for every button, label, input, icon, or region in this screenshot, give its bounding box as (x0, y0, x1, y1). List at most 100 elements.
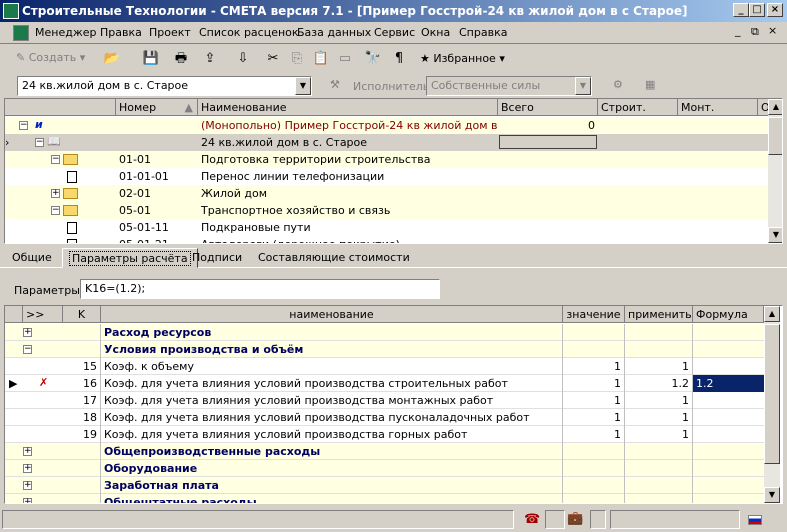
tab-cost-components[interactable]: Составляющие стоимости (252, 248, 416, 268)
collapse-icon[interactable]: − (51, 206, 60, 215)
params-row-formula[interactable] (693, 392, 764, 409)
tree-row[interactable]: + 02-01 Жилой дом (5, 185, 770, 202)
tree-scrollbar[interactable]: ▲ ▼ (768, 99, 782, 243)
language-flag-icon[interactable] (748, 515, 762, 525)
params-row-apply[interactable] (625, 494, 693, 503)
params-group-row[interactable]: + Расход ресурсов (5, 324, 764, 341)
tree-row[interactable]: 01-01-01 Перенос линии телефонизации (5, 168, 770, 185)
menu-help[interactable]: Справка (459, 26, 507, 39)
expand-icon[interactable]: + (23, 447, 32, 456)
minimize-button[interactable]: _ (733, 3, 749, 17)
params-row-formula[interactable] (693, 341, 764, 358)
expand-icon[interactable]: + (23, 481, 32, 490)
tab-signatures[interactable]: Подписи (186, 248, 248, 268)
params-row[interactable]: 17 Коэф. для учета влияния условий произв… (5, 392, 764, 409)
params-header-apply[interactable]: применить (625, 306, 693, 323)
params-row-value[interactable]: 1 (563, 392, 625, 409)
params-header-k[interactable]: K (63, 306, 101, 323)
params-row-formula[interactable] (693, 494, 764, 503)
params-header-value[interactable]: значение (563, 306, 625, 323)
cut-icon[interactable]: ✂ (262, 49, 284, 69)
params-group-row[interactable]: + Заработная плата (5, 477, 764, 494)
params-header-formula[interactable]: Формула (693, 306, 764, 323)
scroll-down-icon[interactable]: ▼ (768, 227, 782, 243)
scroll-up-icon[interactable]: ▲ (768, 99, 782, 115)
params-row-apply[interactable]: 1 (625, 392, 693, 409)
favorites-button[interactable]: ★ Избранное ▾ (420, 52, 505, 65)
tree-row-total-editor[interactable] (499, 135, 597, 149)
document-icon[interactable] (13, 25, 29, 41)
mdi-restore-icon[interactable]: ⧉ (751, 25, 759, 39)
params-row-apply[interactable]: 1.2 (625, 375, 693, 392)
params-row-formula[interactable] (693, 358, 764, 375)
params-row-value[interactable] (563, 494, 625, 503)
tree-header-mounting[interactable]: Монт. (678, 99, 758, 116)
menu-manager[interactable]: Менеджер (35, 26, 96, 39)
params-row[interactable]: ▶ ✗ 16 Коэф. для учета влияния условий прои… (5, 375, 764, 392)
collapse-icon[interactable]: − (51, 155, 60, 164)
tree-row-selected[interactable]: › − 📖 24 кв.жилой дом в с. Старое (5, 134, 770, 151)
params-row-value[interactable]: 1 (563, 358, 625, 375)
scroll-thumb[interactable] (764, 324, 780, 464)
tree-row[interactable]: − 01-01 Подготовка территории строительс… (5, 151, 770, 168)
scroll-up-icon[interactable]: ▲ (764, 306, 780, 322)
params-row-formula[interactable] (693, 443, 764, 460)
collapse-icon[interactable]: − (35, 138, 44, 147)
executor-combo[interactable]: Собственные силы ▼ (426, 76, 592, 96)
open-icon[interactable]: 📂 (101, 49, 123, 69)
menu-project[interactable]: Проект (149, 26, 191, 39)
chevron-down-icon[interactable]: ▼ (575, 77, 591, 95)
params-row-formula[interactable] (693, 409, 764, 426)
params-row-apply[interactable] (625, 341, 693, 358)
tree-row[interactable]: 05-01-11 Подкрановые пути (5, 219, 770, 236)
params-group-row[interactable]: + Общештатные расходы (5, 494, 764, 503)
params-row-value[interactable] (563, 443, 625, 460)
params-row-value[interactable] (563, 460, 625, 477)
scroll-thumb[interactable] (768, 117, 782, 155)
params-row-value[interactable] (563, 341, 625, 358)
copy-icon[interactable]: ⎘ (286, 49, 308, 69)
scroll-down-icon[interactable]: ▼ (764, 487, 780, 503)
paragraph-icon[interactable]: ¶ (388, 49, 410, 69)
tree-row[interactable]: 05-01-21 Автодороги (дорожное покрытие) (5, 236, 770, 243)
params-input[interactable]: K16=(1.2); (80, 279, 440, 299)
mdi-close-icon[interactable]: × (768, 24, 777, 37)
params-row-formula[interactable]: 1.2 (693, 375, 764, 392)
expand-icon[interactable]: + (23, 464, 32, 473)
params-row-formula[interactable] (693, 477, 764, 494)
params-row-apply[interactable]: 1 (625, 358, 693, 375)
import-icon[interactable]: ⇩ (232, 49, 254, 69)
params-row-value[interactable]: 1 (563, 409, 625, 426)
params-row-value[interactable] (563, 477, 625, 494)
collapse-icon[interactable]: − (19, 121, 28, 130)
maximize-button[interactable]: □ (749, 3, 765, 17)
tab-calc-params[interactable]: Параметры расчёта (62, 248, 198, 268)
params-group-row[interactable]: − Условия производства и объём (5, 341, 764, 358)
print-icon[interactable]: 🖶 (170, 49, 192, 69)
create-button[interactable]: ✎ Создать ▾ (16, 51, 85, 64)
params-row-value[interactable]: 1 (563, 426, 625, 443)
tree-header-name[interactable]: Наименование (198, 99, 498, 116)
tree-row[interactable]: − 05-01 Транспортное хозяйство и связь (5, 202, 770, 219)
params-row-formula[interactable] (693, 324, 764, 341)
tree-row[interactable]: − и (Монопольно) Пример Госстрой-24 кв ж… (5, 117, 770, 134)
paste-icon[interactable]: 📋 (310, 49, 332, 69)
params-row-apply[interactable] (625, 477, 693, 494)
params-row[interactable]: 19 Коэф. для учета влияния условий произв… (5, 426, 764, 443)
tab-general[interactable]: Общие (6, 248, 58, 268)
params-row-apply[interactable]: 1 (625, 409, 693, 426)
params-row[interactable]: 15 Коэф. к объему 1 1 (5, 358, 764, 375)
mdi-minimize-icon[interactable]: _ (735, 24, 741, 37)
tree-header-construction[interactable]: Строит. (598, 99, 678, 116)
menu-service[interactable]: Сервис (374, 26, 415, 39)
chevron-down-icon[interactable]: ▼ (295, 77, 311, 95)
params-row[interactable]: 18 Коэф. для учета влияния условий произв… (5, 409, 764, 426)
expand-icon[interactable]: + (51, 189, 60, 198)
expand-icon[interactable]: + (23, 328, 32, 337)
params-header-expand[interactable]: >> (23, 306, 63, 323)
params-row-apply[interactable]: 1 (625, 426, 693, 443)
tree-header-total[interactable]: Всего (498, 99, 598, 116)
params-group-row[interactable]: + Общепроизводственные расходы (5, 443, 764, 460)
delete-icon[interactable]: ▭ (334, 49, 356, 69)
menu-rates-list[interactable]: Список расценок (199, 26, 299, 39)
